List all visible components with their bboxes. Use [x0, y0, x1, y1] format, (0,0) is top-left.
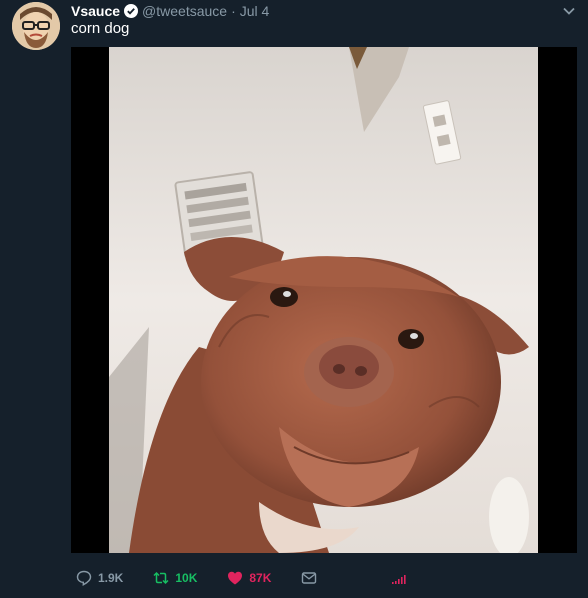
dog-photo — [109, 47, 538, 553]
like-count: 87K — [249, 571, 272, 585]
avatar-image — [12, 2, 60, 50]
tweet-actions: 1.9K 10K 87K — [71, 568, 577, 588]
header-separator: · — [231, 3, 236, 19]
author-avatar[interactable] — [12, 2, 60, 50]
tweet-card[interactable]: Vsauce @tweetsauce · Jul 4 corn dog 1.9K… — [0, 0, 588, 598]
reply-button[interactable]: 1.9K — [76, 570, 123, 586]
reply-count: 1.9K — [98, 571, 124, 585]
retweet-arrows-icon — [153, 571, 169, 585]
envelope-icon — [302, 572, 317, 584]
speech-bubble-icon — [76, 570, 92, 586]
chevron-down-icon[interactable] — [562, 4, 576, 18]
bar-chart-icon — [392, 575, 406, 584]
author-handle[interactable]: @tweetsauce — [142, 3, 227, 19]
verified-badge-icon — [124, 4, 139, 18]
like-button[interactable]: 87K — [227, 570, 271, 586]
tweet-media[interactable] — [71, 47, 577, 553]
author-name[interactable]: Vsauce — [71, 3, 120, 19]
heart-icon — [228, 571, 243, 585]
tweet-text: corn dog — [71, 20, 130, 37]
tweet-header: Vsauce @tweetsauce · Jul 4 — [71, 2, 269, 20]
retweet-button[interactable]: 10K — [153, 570, 197, 586]
analytics-button[interactable] — [391, 570, 407, 586]
direct-message-button[interactable] — [301, 570, 317, 586]
retweet-count: 10K — [175, 571, 198, 585]
tweet-timestamp[interactable]: Jul 4 — [240, 3, 270, 19]
